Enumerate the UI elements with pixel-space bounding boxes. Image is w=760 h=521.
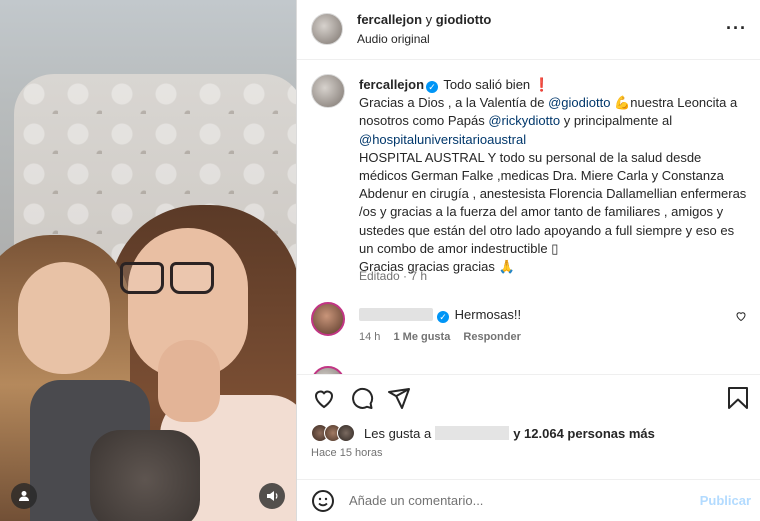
- liker-username-redacted[interactable]: [435, 426, 510, 440]
- comment-text: Hermosas!!: [454, 307, 522, 322]
- likes-count[interactable]: y 12.064 personas más: [513, 426, 655, 441]
- more-options-button[interactable]: ···: [726, 18, 747, 39]
- next-comment-partial: [311, 366, 751, 374]
- mention-giodiotto[interactable]: @giodiotto: [548, 95, 610, 110]
- verified-icon: ✓: [426, 81, 439, 93]
- speaker-icon: [266, 491, 277, 501]
- caption-avatar[interactable]: [311, 74, 345, 108]
- hand: [158, 340, 220, 422]
- verified-icon: ✓: [437, 311, 449, 323]
- emoji-button[interactable]: [311, 489, 335, 516]
- caption-line-5: y principalmente al: [563, 113, 673, 129]
- post-media[interactable]: [0, 0, 296, 521]
- girl-face: [18, 262, 110, 374]
- glasses: [120, 262, 216, 296]
- liker-avatar: [337, 424, 355, 442]
- tagged-users-button[interactable]: [11, 483, 37, 509]
- caption-line-7: HOSPITAL AUSTRAL Y todo su personal de l…: [359, 149, 747, 256]
- comment-button[interactable]: [349, 385, 375, 411]
- post-owners: fercallejon y giodiotto: [357, 12, 491, 27]
- comment-meta: 14 h 1 Me gusta Responder: [359, 331, 531, 343]
- post-details-panel: fercallejon y giodiotto Audio original ·…: [296, 0, 760, 521]
- collaborator-username[interactable]: giodiotto: [436, 12, 492, 27]
- post-header: fercallejon y giodiotto Audio original ·…: [297, 0, 760, 60]
- more-icon: ···: [726, 18, 747, 38]
- comment-input[interactable]: Añade un comentario...: [349, 493, 483, 508]
- comment-like-button[interactable]: [735, 310, 747, 325]
- heart-icon: [314, 390, 334, 409]
- emoji-icon: [312, 490, 334, 512]
- audio-toggle-button[interactable]: [259, 483, 285, 509]
- caption-line-0: Todo salió bien ❗: [443, 77, 550, 92]
- audio-link[interactable]: Audio original: [357, 32, 430, 46]
- reply-button[interactable]: Responder: [463, 331, 520, 343]
- mention-hospital[interactable]: @hospitaluniversitarioaustral: [359, 132, 526, 147]
- owner-joiner: y: [422, 12, 436, 27]
- likes-prefix: Les gusta a: [364, 425, 432, 441]
- post-actions: Les gusta a y 12.064 personas más Hace 1…: [297, 374, 760, 521]
- post-time: Hace 15 horas: [311, 447, 383, 459]
- comment-icon: [352, 387, 374, 409]
- fur-blanket: [90, 430, 200, 521]
- publish-button[interactable]: Publicar: [700, 493, 751, 508]
- commenter-username-redacted[interactable]: [359, 308, 433, 321]
- share-button[interactable]: [386, 385, 412, 411]
- heart-icon: [736, 312, 746, 322]
- comment-likes[interactable]: 1 Me gusta: [393, 331, 450, 343]
- comment-item: ✓ Hermosas!! 14 h 1 Me gusta Responder: [311, 302, 751, 350]
- commenter-avatar[interactable]: [311, 302, 345, 336]
- comment-time: 14 h: [359, 331, 381, 343]
- caption-text: fercallejon ✓ Todo salió bien ❗ Gracias a…: [359, 76, 749, 276]
- owner-username[interactable]: fercallejon: [357, 12, 422, 27]
- edited-time: Editado · 7 h: [359, 269, 428, 283]
- caption-line-1: Gracias a Dios , a la Valentía de: [359, 95, 545, 111]
- like-button[interactable]: [311, 385, 337, 411]
- likes-summary[interactable]: Les gusta a y 12.064 personas más: [311, 423, 655, 443]
- caption-username[interactable]: fercallejon: [359, 77, 424, 92]
- mention-rickydiotto[interactable]: @rickydiotto: [488, 113, 560, 128]
- send-icon: [388, 388, 410, 409]
- next-commenter-avatar[interactable]: [311, 366, 345, 374]
- user-icon: [19, 491, 29, 501]
- add-comment-bar: Añade un comentario... Publicar: [297, 479, 760, 521]
- save-button[interactable]: [725, 385, 751, 411]
- comment-body: ✓ Hermosas!!: [435, 307, 521, 323]
- bookmark-icon: [728, 387, 748, 409]
- owner-avatar[interactable]: [311, 13, 343, 45]
